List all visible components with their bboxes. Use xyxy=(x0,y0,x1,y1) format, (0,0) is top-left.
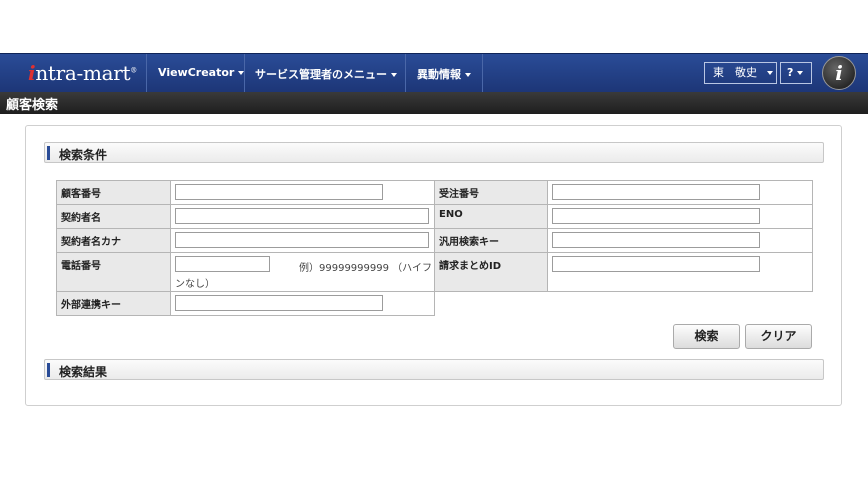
phone-hint-cont: ンなし） xyxy=(175,279,215,290)
external-key-input[interactable] xyxy=(175,295,383,311)
customer-no-input[interactable] xyxy=(175,184,383,200)
help-menu-button[interactable]: ? xyxy=(780,62,812,84)
menu-viewcreator[interactable]: ViewCreator xyxy=(158,66,245,79)
page-title: 顧客検索 xyxy=(6,98,59,113)
customer-no-label: 顧客番号 xyxy=(56,180,171,205)
user-menu-button[interactable]: 東 敬史 xyxy=(704,62,777,84)
caret-down-icon xyxy=(767,71,773,75)
intra-mart-logo[interactable]: intra-mart® xyxy=(28,61,137,85)
nav-divider xyxy=(146,54,147,92)
contractor-name-input[interactable] xyxy=(175,208,429,224)
phone-input[interactable] xyxy=(175,256,270,272)
order-no-label: 受注番号 xyxy=(434,180,548,205)
nav-divider xyxy=(244,54,245,92)
billing-id-input[interactable] xyxy=(552,256,760,272)
caret-down-icon xyxy=(797,71,804,75)
search-conditions-header: 検索条件 xyxy=(44,142,824,163)
eno-input[interactable] xyxy=(552,208,760,224)
search-form: 顧客番号 受注番号 契約者名 ENO 契約者名カナ 汎用検索キー 電話番号 例）… xyxy=(56,180,813,316)
nav-divider xyxy=(482,54,483,92)
intra-mart-emblem-icon: i xyxy=(822,56,856,90)
phone-hint: 例）99999999999 （ハイフ xyxy=(299,263,432,274)
nav-divider xyxy=(405,54,406,92)
contractor-kana-input[interactable] xyxy=(175,232,429,248)
eno-label: ENO xyxy=(434,204,548,229)
menu-service-admin[interactable]: サービス管理者のメニュー xyxy=(255,66,397,82)
billing-id-label: 請求まとめID xyxy=(434,252,548,292)
generic-search-key-label: 汎用検索キー xyxy=(434,228,548,253)
caret-down-icon xyxy=(391,73,397,77)
search-results-header: 検索結果 xyxy=(44,359,824,380)
phone-label: 電話番号 xyxy=(56,252,171,292)
caret-down-icon xyxy=(465,73,471,77)
generic-search-key-input[interactable] xyxy=(552,232,760,248)
page-title-bar: 顧客検索 xyxy=(0,92,868,114)
clear-button[interactable]: クリア xyxy=(745,324,812,349)
global-navbar: intra-mart® ViewCreator サービス管理者のメニュー 異動情… xyxy=(0,53,868,92)
contractor-kana-label: 契約者名カナ xyxy=(56,228,171,253)
search-button[interactable]: 検索 xyxy=(673,324,740,349)
contractor-name-label: 契約者名 xyxy=(56,204,171,229)
menu-transfer-info[interactable]: 異動情報 xyxy=(417,66,471,82)
order-no-input[interactable] xyxy=(552,184,760,200)
external-key-label: 外部連携キー xyxy=(56,291,171,316)
